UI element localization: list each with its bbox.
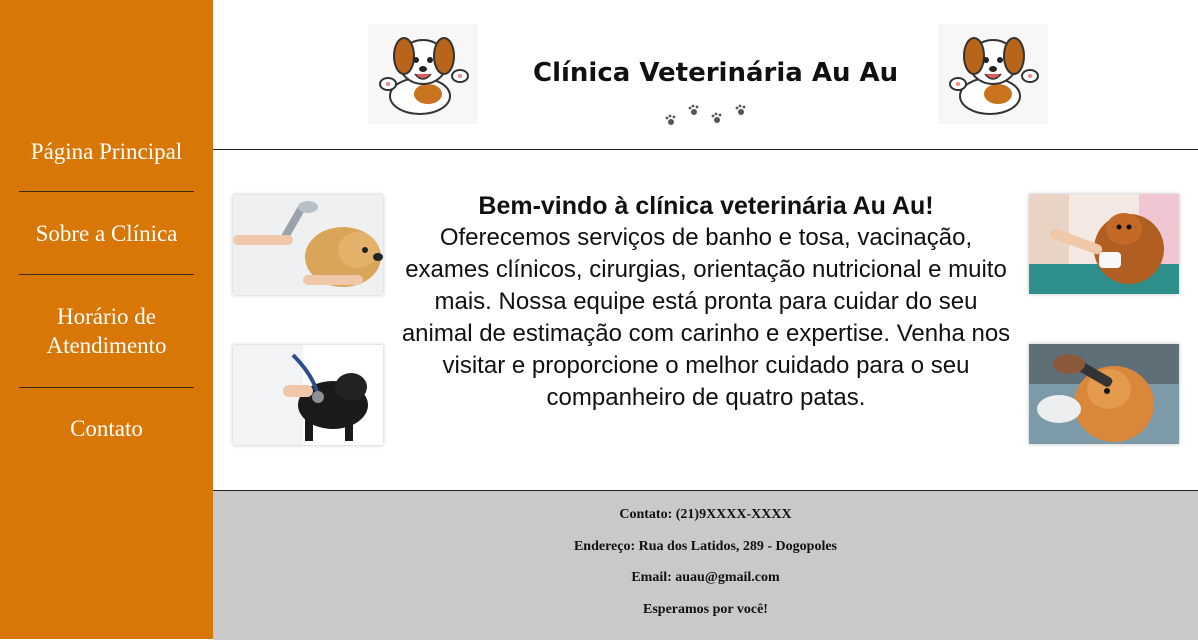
footer-closing: Esperamos por você! [643,602,768,617]
paw-prints-icon [661,104,751,132]
cartoon-dog-icon [938,24,1048,124]
welcome-text: Bem-vindo à clínica veterinária Au Au! O… [398,190,1014,414]
dog-ear-exam-photo [1029,344,1179,444]
main-content: Bem-vindo à clínica veterinária Au Au! O… [213,150,1198,490]
welcome-body: Oferecemos serviços de banho e tosa, vac… [401,224,1011,411]
footer-contact: Contato: (21)9XXXX-XXXX [619,507,792,522]
nav-item-sobre-a-clinica[interactable]: Sobre a Clínica [19,192,194,275]
cartoon-dog-icon [368,24,478,124]
nav-item-contato[interactable]: Contato [19,388,194,443]
header: Clínica Veterinária Au Au [213,0,1198,150]
dog-grooming-photo [1029,194,1179,294]
nav-item-horario-de-atendimento[interactable]: Horário de Atendimento [19,275,194,388]
page-title: Clínica Veterinária Au Au [533,58,899,88]
sidebar-nav: Página Principal Sobre a Clínica Horário… [0,115,213,443]
dog-bath-photo [233,195,383,295]
dog-stethoscope-photo [233,345,383,445]
sidebar: Página Principal Sobre a Clínica Horário… [0,0,213,639]
nav-item-pagina-principal[interactable]: Página Principal [19,115,194,192]
footer-address: Endereço: Rua dos Latidos, 289 - Dogopol… [573,539,838,554]
footer: Contato: (21)9XXXX-XXXX Endereço: Rua do… [213,490,1198,640]
welcome-headline: Bem-vindo à clínica veterinária Au Au! [478,192,934,220]
footer-email: Email: auau@gmail.com [631,570,780,585]
